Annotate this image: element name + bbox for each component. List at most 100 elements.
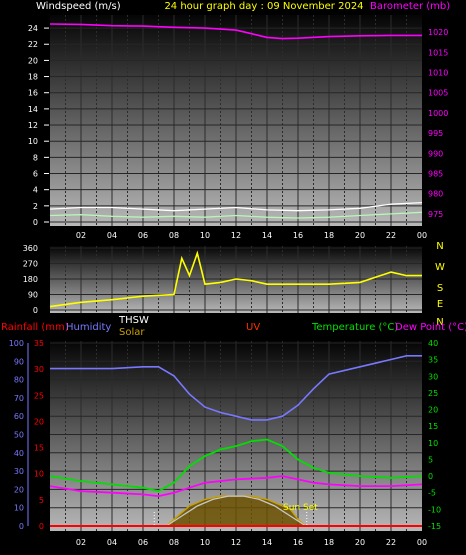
x-tick-label-14: 14	[262, 231, 272, 240]
x-tick-label-08: 08	[169, 231, 179, 240]
legend-dew-point: Dew Point (°C)	[395, 322, 466, 333]
legend-solar: Solar	[119, 327, 145, 338]
wind-tick-label-8: 8	[33, 153, 38, 162]
barometer-tick-label-1010: 1010	[428, 69, 448, 78]
x-tick-label-10: 10	[200, 231, 210, 240]
temperature-axis: 40 35 30 25 20 15 10 5 0 -5 -10 -15	[428, 339, 441, 531]
x-tick-label-04: 04	[107, 231, 117, 240]
rainfall-tick-label-15: 15	[34, 444, 44, 453]
wind-tick-label-14: 14	[28, 105, 38, 114]
wind-baro-x-axis: 02 04 06 08 10 12 14 16 18 20 22 00	[76, 231, 427, 240]
humidity-tick-label-50: 50	[14, 431, 24, 440]
compass-label-N: N	[436, 241, 443, 252]
x-tick-label-06: 06	[138, 231, 148, 240]
barometer-tick-label-985: 985	[428, 170, 443, 179]
barometer-axis-title: Barometer (mb)	[370, 1, 450, 12]
temperature-tick-label-5: 5	[428, 455, 433, 464]
barometer-tick-label-990: 990	[428, 149, 443, 158]
x-tick-label-02: 02	[76, 538, 86, 547]
wind-tick-label-6: 6	[33, 170, 38, 179]
humidity-tick-label-20: 20	[14, 485, 24, 494]
wind-axis-title: Windspeed (m/s)	[36, 1, 121, 12]
compass-label-W: W	[435, 262, 445, 273]
wind-tick-label-0: 0	[33, 218, 38, 227]
barometer-tick-label-1000: 1000	[428, 109, 448, 118]
direction-tick-label-360: 360	[23, 244, 38, 253]
x-tick-label-20: 20	[355, 538, 365, 547]
rainfall-axis: 35 30 25 20 15 10 5 0	[34, 339, 44, 531]
x-tick-label-16: 16	[293, 538, 303, 547]
x-tick-label-18: 18	[324, 538, 334, 547]
wind-tick-label-24: 24	[28, 24, 38, 33]
wind-tick-label-12: 12	[28, 121, 38, 130]
barometer-tick-label-980: 980	[428, 190, 443, 199]
temperature-tick-label-30: 30	[428, 372, 438, 381]
direction-tick-label-180: 180	[23, 275, 38, 284]
temperature-tick-label-35: 35	[428, 356, 438, 365]
rainfall-tick-label-30: 30	[34, 365, 44, 374]
compass-label-E: E	[437, 299, 443, 310]
barometer-tick-label-995: 995	[428, 129, 443, 138]
wind-direction-panel: 360270180900 NWSEN	[23, 241, 445, 328]
humidity-tick-label-10: 10	[14, 504, 24, 513]
legend-rainfall: Rainfall (mm)	[1, 322, 69, 333]
humidity-tick-label-40: 40	[14, 449, 24, 458]
wind-tick-label-20: 20	[28, 56, 38, 65]
direction-tick-label-90: 90	[28, 291, 38, 300]
weather-x-axis: 02 04 06 08 10 12 14 16 18 20 22 00	[76, 538, 427, 547]
rainfall-tick-label-35: 35	[34, 339, 44, 348]
temperature-tick-label-25: 25	[428, 389, 438, 398]
humidity-tick-label-60: 60	[14, 412, 24, 421]
direction-tick-label-0: 0	[33, 306, 38, 315]
rainfall-tick-label-25: 25	[34, 391, 44, 400]
x-tick-label-14: 14	[262, 538, 272, 547]
x-tick-label-16: 16	[293, 231, 303, 240]
x-tick-label-04: 04	[107, 538, 117, 547]
humidity-axis: 1009080706050403020100	[9, 339, 29, 531]
temperature-tick-label--5: -5	[428, 489, 436, 498]
wind-baro-panel: 242220181614121086420 102010151010100510…	[28, 15, 448, 240]
barometer-axis: 1020 1015 1010 1005 1000 995 990 985 980 975	[428, 28, 448, 219]
x-tick-label-12: 12	[231, 231, 241, 240]
humidity-tick-label-90: 90	[14, 357, 24, 366]
legend-humidity: Humidity	[66, 322, 111, 333]
wind-tick-label-4: 4	[33, 186, 38, 195]
wind-tick-label-2: 2	[33, 202, 38, 211]
humidity-tick-label-0: 0	[19, 522, 24, 531]
rainfall-tick-label-5: 5	[39, 496, 44, 505]
direction-tick-label-270: 270	[23, 260, 38, 269]
temperature-tick-label-40: 40	[428, 339, 438, 348]
rainfall-tick-label-0: 0	[39, 522, 44, 531]
wind-tick-label-18: 18	[28, 73, 38, 82]
wind-direction-axis: 360 270 180 90 0	[23, 244, 38, 315]
wind-speed-axis: 242220181614121086420	[28, 24, 49, 227]
wind-tick-label-22: 22	[28, 40, 38, 49]
legend-thsw: THSW	[118, 315, 149, 326]
x-tick-label-06: 06	[138, 538, 148, 547]
wind-tick-label-10: 10	[28, 137, 38, 146]
weather-panel: 1009080706050403020100 35302520151050 40…	[9, 339, 441, 547]
compass-axis: NWSEN	[435, 241, 445, 328]
humidity-tick-label-70: 70	[14, 394, 24, 403]
temperature-tick-label-0: 0	[428, 472, 433, 481]
humidity-tick-label-100: 100	[9, 339, 24, 348]
chart-title: 24 hour graph day : 09 November 2024	[164, 1, 363, 12]
barometer-tick-label-1005: 1005	[428, 89, 448, 98]
temperature-tick-label-15: 15	[428, 422, 438, 431]
wind-tick-label-16: 16	[28, 89, 38, 98]
legend-uv: UV	[246, 322, 260, 333]
rainfall-tick-label-20: 20	[34, 417, 44, 426]
x-tick-label-22: 22	[386, 538, 396, 547]
x-tick-label-00: 00	[417, 231, 427, 240]
compass-label-S: S	[437, 283, 443, 294]
temperature-tick-label-20: 20	[428, 406, 438, 415]
x-tick-label-18: 18	[324, 231, 334, 240]
x-tick-label-22: 22	[386, 231, 396, 240]
temperature-tick-label--10: -10	[428, 505, 441, 514]
x-tick-label-00: 00	[417, 538, 427, 547]
barometer-tick-label-975: 975	[428, 210, 443, 219]
x-tick-label-08: 08	[169, 538, 179, 547]
x-tick-label-20: 20	[355, 231, 365, 240]
humidity-tick-label-30: 30	[14, 467, 24, 476]
barometer-tick-label-1020: 1020	[428, 28, 448, 37]
